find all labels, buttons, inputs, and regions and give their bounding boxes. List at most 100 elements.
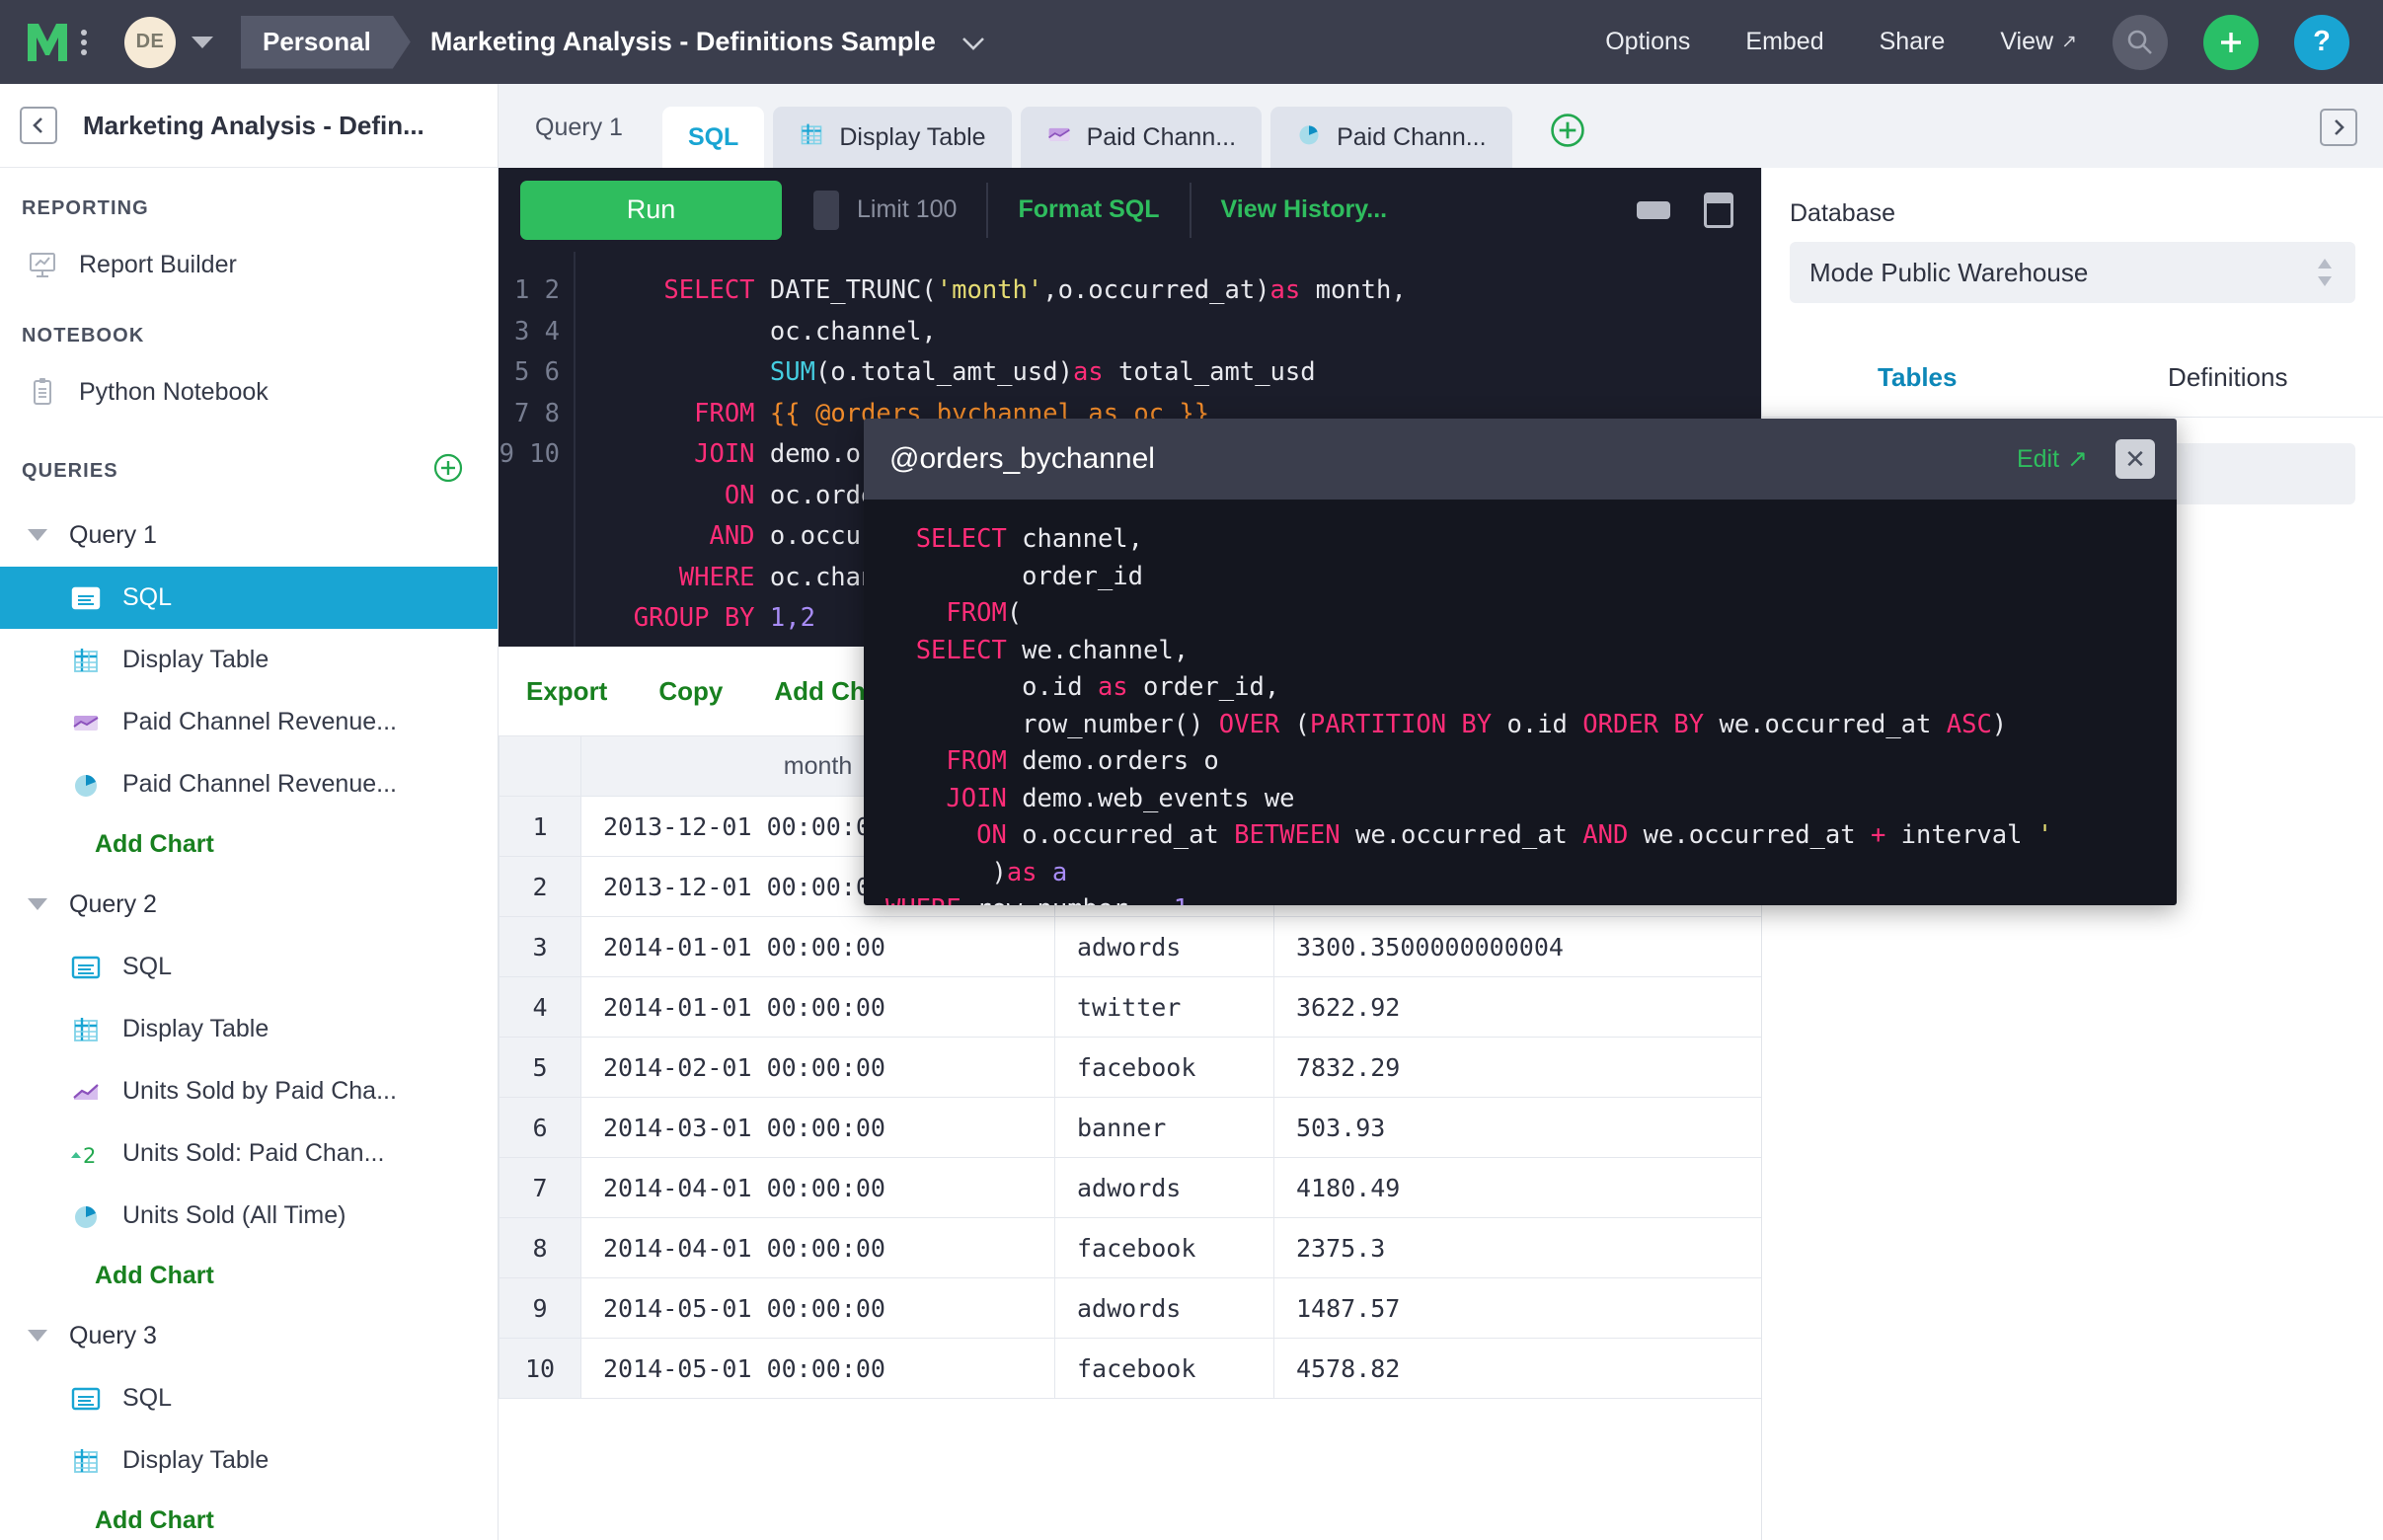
cell-amount: 1487.57 (1273, 1277, 1762, 1339)
kebab-menu-icon[interactable] (81, 29, 87, 55)
sidebar-item-report-builder[interactable]: Report Builder (0, 234, 498, 295)
sidebar-item-query2-display-table[interactable]: Display Table (0, 998, 498, 1060)
minimize-icon[interactable] (1637, 200, 1670, 219)
row-index: 7 (499, 1157, 581, 1218)
close-icon[interactable]: ✕ (2115, 439, 2155, 479)
table-row[interactable]: 3 2014-01-01 00:00:00 adwords 3300.35000… (499, 916, 1762, 977)
editor-toolbar: Run Limit 100 Format SQL View History... (499, 168, 1761, 252)
nav-link-embed[interactable]: Embed (1745, 28, 1823, 56)
nav-link-view[interactable]: View ↗ (2000, 28, 2077, 56)
sidebar-item-query3-display-table[interactable]: Display Table (0, 1429, 498, 1492)
sidebar-item-query2-line-chart[interactable]: Units Sold by Paid Cha... (0, 1060, 498, 1122)
sidebar-item-label: SQL (122, 953, 173, 980)
tab-tables[interactable]: Tables (1762, 341, 2073, 417)
chevron-down-icon (28, 898, 47, 910)
help-icon[interactable]: ? (2294, 14, 2349, 70)
edit-definition-link[interactable]: Edit ↗ (2017, 444, 2088, 474)
table-row[interactable]: 7 2014-04-01 00:00:00 adwords 4180.49 (499, 1157, 1762, 1218)
definition-popup-title: @orders_bychannel (889, 442, 1155, 475)
cell-month: 2014-03-01 00:00:00 (580, 1097, 1055, 1158)
run-button[interactable]: Run (520, 180, 782, 240)
collapse-sidebar-icon[interactable] (20, 107, 57, 144)
chevron-right-icon[interactable] (2320, 109, 2357, 146)
nav-link-options[interactable]: Options (1605, 28, 1690, 56)
row-index: 3 (499, 916, 581, 977)
sidebar-query-label: Query 3 (69, 1321, 157, 1349)
avatar-caret-down-icon[interactable] (192, 36, 213, 48)
tab-bar: Query 1 SQL Display Table Paid Chann... (499, 84, 2383, 168)
sidebar-item-query1-sql[interactable]: SQL (0, 567, 498, 629)
cell-month: 2014-04-01 00:00:00 (580, 1157, 1055, 1218)
avatar[interactable]: DE (124, 16, 176, 68)
sidebar-query-group-3[interactable]: Query 3 (0, 1304, 498, 1367)
add-tab-icon[interactable] (1549, 112, 1586, 154)
sidebar-item-label: Paid Channel Revenue... (122, 770, 397, 798)
tab-display-table[interactable]: Display Table (773, 107, 1012, 168)
sidebar-item-query2-sql[interactable]: SQL (0, 936, 498, 998)
cell-amount: 2375.3 (1273, 1217, 1762, 1278)
external-link-icon: ↗ (2067, 445, 2088, 473)
sidebar-item-python-notebook[interactable]: Python Notebook (0, 361, 498, 423)
table-row[interactable]: 9 2014-05-01 00:00:00 adwords 1487.57 (499, 1277, 1762, 1339)
table-row[interactable]: 5 2014-02-01 00:00:00 facebook 7832.29 (499, 1037, 1762, 1098)
pie-chart-icon (69, 768, 103, 802)
sidebar-title: Marketing Analysis - Defin... (83, 110, 424, 140)
database-select[interactable]: Mode Public Warehouse (1790, 242, 2355, 303)
area-chart-icon (69, 706, 103, 739)
sql-icon (69, 951, 103, 984)
cell-channel: facebook (1054, 1217, 1274, 1278)
database-label: Database (1790, 199, 1896, 227)
row-index: 6 (499, 1097, 581, 1158)
cell-month: 2014-05-01 00:00:00 (580, 1277, 1055, 1339)
sidebar-query-group-2[interactable]: Query 2 (0, 873, 498, 936)
search-icon[interactable] (2113, 14, 2168, 70)
mode-m-logo-icon[interactable] (26, 22, 69, 63)
area-chart-icon (1046, 120, 1072, 155)
copy-button[interactable]: Copy (658, 676, 723, 707)
add-chart-query3-button[interactable]: Add Chart (0, 1492, 498, 1540)
sql-icon (69, 1382, 103, 1416)
table-row[interactable]: 6 2014-03-01 00:00:00 banner 503.93 (499, 1097, 1762, 1158)
limit-toggle[interactable]: Limit 100 (813, 190, 957, 230)
top-bar-actions: Options Embed Share View ↗ ? (1550, 14, 2383, 70)
row-index: 10 (499, 1338, 581, 1399)
tab-paid-channel-area[interactable]: Paid Chann... (1020, 107, 1263, 168)
tab-paid-channel-pie[interactable]: Paid Chann... (1270, 107, 1512, 168)
export-button[interactable]: Export (526, 676, 607, 707)
format-sql-button[interactable]: Format SQL (1018, 195, 1159, 224)
cell-month: 2014-04-01 00:00:00 (580, 1217, 1055, 1278)
add-query-icon[interactable] (432, 452, 464, 490)
nav-link-share[interactable]: Share (1880, 28, 1946, 56)
sidebar-item-label: Display Table (122, 1446, 269, 1474)
col-index (499, 735, 581, 797)
sidebar-item-query2-pie-chart[interactable]: Units Sold (All Time) (0, 1185, 498, 1247)
sidebar-query-group-1[interactable]: Query 1 (0, 503, 498, 567)
presentation-chart-icon (26, 248, 59, 281)
tab-label: Display Table (839, 122, 986, 151)
sidebar-item-query1-pie-chart[interactable]: Paid Channel Revenue... (0, 753, 498, 815)
maximize-icon[interactable] (1704, 192, 1733, 228)
sidebar-item-query2-big-number[interactable]: 2 Units Sold: Paid Chan... (0, 1122, 498, 1185)
table-row[interactable]: 10 2014-05-01 00:00:00 facebook 4578.82 (499, 1338, 1762, 1399)
add-new-icon[interactable] (2203, 14, 2259, 70)
sidebar-item-query1-display-table[interactable]: Display Table (0, 629, 498, 691)
database-value: Mode Public Warehouse (1809, 257, 2089, 287)
sidebar-item-query3-sql[interactable]: SQL (0, 1367, 498, 1429)
view-history-button[interactable]: View History... (1221, 195, 1388, 224)
chevron-down-icon[interactable] (961, 37, 984, 50)
limit-checkbox[interactable] (813, 190, 839, 230)
add-chart-query1-button[interactable]: Add Chart (0, 815, 498, 873)
table-row[interactable]: 8 2014-04-01 00:00:00 facebook 2375.3 (499, 1217, 1762, 1278)
page-title: Marketing Analysis - Definitions Sample (429, 27, 936, 56)
top-bar: DE Personal Marketing Analysis - Definit… (0, 0, 2383, 84)
row-index: 4 (499, 976, 581, 1038)
sidebar-item-query1-area-chart[interactable]: Paid Channel Revenue... (0, 691, 498, 753)
table-row[interactable]: 4 2014-01-01 00:00:00 twitter 3622.92 (499, 976, 1762, 1038)
tab-sql[interactable]: SQL (661, 107, 765, 168)
tab-definitions[interactable]: Definitions (2073, 341, 2383, 417)
add-chart-query2-button[interactable]: Add Chart (0, 1247, 498, 1304)
table-icon (69, 644, 103, 677)
workspace-chip[interactable]: Personal (241, 16, 411, 69)
cell-channel: twitter (1054, 976, 1274, 1038)
cell-channel: facebook (1054, 1338, 1274, 1399)
